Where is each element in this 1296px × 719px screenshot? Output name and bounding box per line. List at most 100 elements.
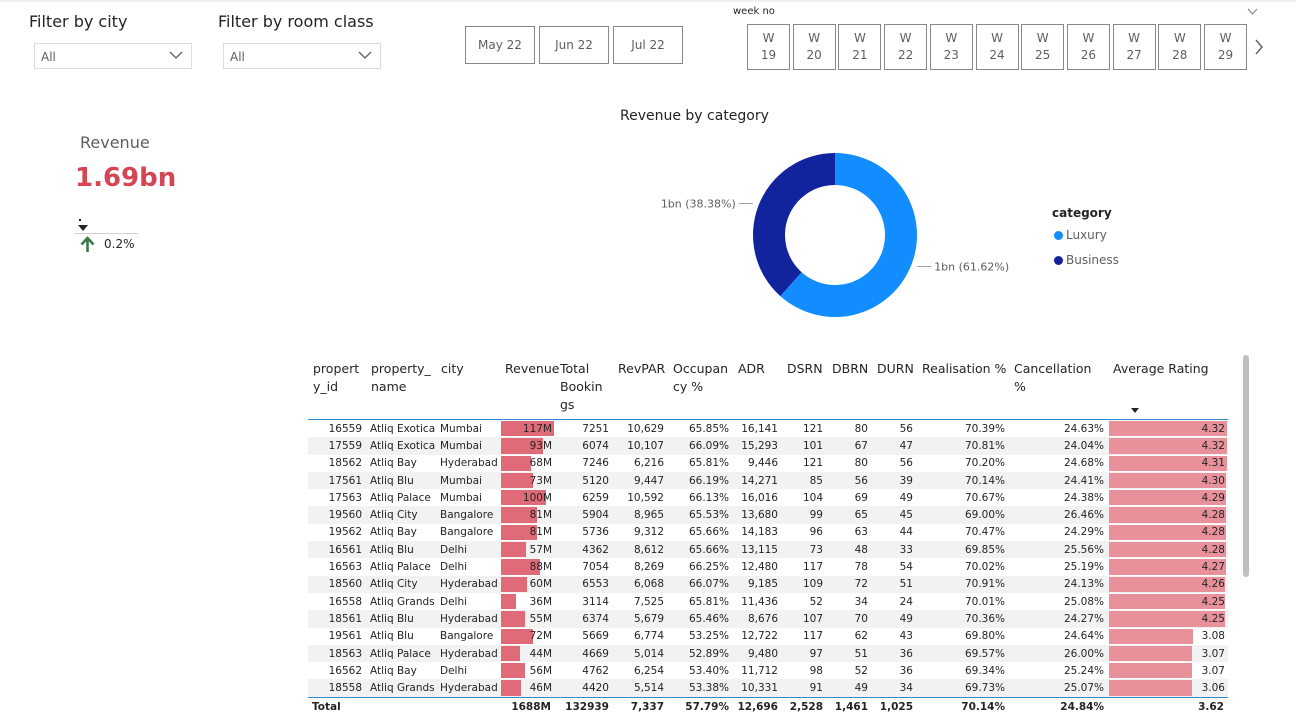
table-row[interactable]: 19561 Atliq Blu Bangalore 72M 5669 6,774 53.25… (308, 628, 1228, 645)
column-header-property-id[interactable]: propert y_id (308, 356, 366, 420)
legend-item-luxury[interactable]: Luxury (1054, 228, 1107, 242)
week-button-28[interactable]: W 28 (1158, 24, 1202, 70)
table-row[interactable]: 16559 Atliq Exotica Mumbai 117M 7251 10,629 65… (308, 420, 1228, 438)
cell-city: Delhi (440, 595, 468, 608)
column-header-durn[interactable]: DURN (872, 356, 917, 420)
cell-adr: 16,141 (741, 422, 778, 435)
week-button-25[interactable]: W 25 (1021, 24, 1065, 70)
cell-canc: 24.29% (1063, 526, 1104, 539)
cell-bookings: 6259 (582, 491, 609, 504)
week-button-19[interactable]: W 19 (747, 24, 790, 70)
cell-occ: 65.81% (688, 595, 729, 608)
table-row[interactable]: 18558 Atliq Grands Hyderabad 46M 4420 5,514 53… (308, 679, 1228, 698)
column-header-realisation[interactable]: Realisation % (917, 356, 1009, 420)
cell-dsrn: 97 (782, 644, 827, 663)
total-durn: 1,025 (872, 696, 917, 716)
legend-label-business: Business (1066, 253, 1119, 267)
legend-label-luxury: Luxury (1066, 228, 1107, 242)
table-row[interactable]: 18561 Atliq Blu Hyderabad 55M 6374 5,679 65.46… (308, 610, 1228, 628)
chevron-down-icon[interactable] (1247, 8, 1258, 16)
rating-value: 3.07 (1201, 664, 1225, 677)
city-filter-title: Filter by city (29, 12, 128, 31)
table-row[interactable]: 17561 Atliq Blu Mumbai 73M 5120 9,447 66.19% 14… (308, 471, 1228, 490)
cell-adr: 13,680 (733, 506, 782, 524)
column-header-occupancy[interactable]: Occupan cy % (668, 356, 733, 420)
cell-revpar: 8,269 (633, 561, 664, 574)
legend-item-business[interactable]: Business (1054, 253, 1119, 267)
table-row[interactable]: 18562 Atliq Bay Hyderabad 68M 7246 6,216 65.81… (308, 455, 1228, 472)
revenue-cell: 56M (500, 662, 555, 679)
cell-city: Mumbai (436, 437, 500, 455)
cell-revpar: 10,107 (613, 437, 668, 455)
revenue-cell: 81M (500, 524, 555, 541)
table-row[interactable]: 17559 Atliq Exotica Mumbai 93M 6074 10,107 66.… (308, 437, 1228, 455)
city-filter-dropdown[interactable]: All (34, 43, 192, 69)
week-button-22[interactable]: W 22 (884, 24, 928, 70)
column-header-revenue[interactable]: Revenue (500, 356, 559, 420)
cell-dsrn: 107 (782, 610, 827, 628)
kpi-dot (79, 219, 81, 221)
revenue-cell: 46M (500, 679, 555, 698)
cell-adr: 8,676 (733, 610, 782, 628)
table-row[interactable]: 16563 Atliq Palace Delhi 88M 7054 8,269 66.25%… (308, 558, 1228, 575)
cell-id: 18563 (308, 644, 366, 663)
cell-name: Atliq Blu (366, 610, 436, 628)
cell-name: Atliq Grands (370, 595, 435, 608)
week-button-26[interactable]: W 26 (1066, 24, 1110, 70)
week-button-24[interactable]: W 24 (975, 24, 1019, 70)
table-row[interactable]: 19560 Atliq City Bangalore 81M 5904 8,965 65.5… (308, 506, 1228, 524)
table-row[interactable]: 17563 Atliq Palace Mumbai 100M 6259 10,592 66.… (308, 489, 1228, 506)
week-button-21[interactable]: W 21 (838, 24, 882, 70)
chart-title: Revenue by category (620, 108, 769, 124)
legend-dot-luxury (1054, 230, 1063, 240)
cell-real: 70.36% (917, 610, 1009, 628)
table-row[interactable]: 16562 Atliq Bay Delhi 56M 4762 6,254 53.40% 11,… (308, 662, 1228, 679)
cell-canc: 25.56% (1009, 541, 1108, 559)
column-header-dbrn[interactable]: DBRN (827, 356, 872, 420)
cell-city: Hyderabad (436, 679, 500, 698)
table-row[interactable]: 19562 Atliq Bay Bangalore 81M 5736 9,312 65.66… (308, 524, 1228, 541)
column-header-adr[interactable]: ADR (733, 356, 782, 420)
month-button-jun[interactable]: Jun 22 (539, 26, 609, 64)
cell-city: Delhi (436, 541, 500, 559)
week-button-29[interactable]: W 29 (1204, 24, 1247, 70)
chevron-right-icon[interactable] (1254, 39, 1264, 55)
column-header-cancellation[interactable]: Cancellation % (1009, 356, 1108, 420)
revenue-data-bar (501, 542, 526, 558)
revenue-data-bar (501, 680, 521, 696)
cell-dsrn: 121 (802, 422, 823, 435)
cell-adr: 12,722 (741, 630, 778, 643)
table-row[interactable]: 18560 Atliq City Hyderabad 60M 6553 6,068 66.0… (308, 575, 1228, 593)
total-canc: 24.84% (1009, 696, 1108, 716)
rating-value: 4.27 (1201, 561, 1225, 574)
week-button-27[interactable]: W 27 (1112, 24, 1156, 70)
cell-bookings: 5669 (582, 630, 609, 643)
donut-slice-business[interactable] (753, 153, 835, 297)
cell-durn: 24 (899, 595, 913, 608)
column-header-average-rating[interactable]: Average Rating (1108, 356, 1228, 420)
column-header-revpar[interactable]: RevPAR (613, 356, 668, 420)
cell-id: 19562 (328, 526, 362, 539)
column-header-city[interactable]: city (436, 356, 500, 420)
column-header-property-name[interactable]: property_ name (366, 356, 436, 420)
total-adr: 12,696 (733, 696, 782, 716)
total-dsrn: 2,528 (782, 696, 827, 716)
cell-bookings: 4669 (555, 644, 613, 663)
cell-id: 19561 (328, 630, 362, 643)
room-class-filter-dropdown[interactable]: All (223, 43, 381, 69)
month-button-jul[interactable]: Jul 22 (613, 26, 683, 64)
cell-real: 70.14% (917, 471, 1009, 490)
week-button-23[interactable]: W 23 (929, 24, 973, 70)
table-row[interactable]: 16558 Atliq Grands Delhi 36M 3114 7,525 65.81%… (308, 593, 1228, 610)
table-scrollbar[interactable] (1243, 355, 1249, 577)
cell-occ: 65.46% (668, 610, 733, 628)
column-header-total-bookings[interactable]: Total Bookin gs (555, 356, 613, 420)
rating-cell: 4.31 (1108, 455, 1228, 472)
table-row[interactable]: 16561 Atliq Blu Delhi 57M 4362 8,612 65.66% 13,… (308, 541, 1228, 559)
month-button-may[interactable]: May 22 (465, 26, 535, 64)
cell-bookings: 6074 (555, 437, 613, 455)
arrow-up-icon (80, 236, 95, 252)
week-button-20[interactable]: W 20 (792, 24, 836, 70)
table-row[interactable]: 18563 Atliq Palace Hyderabad 44M 4669 5,014 52… (308, 644, 1228, 663)
column-header-dsrn[interactable]: DSRN (782, 356, 827, 420)
